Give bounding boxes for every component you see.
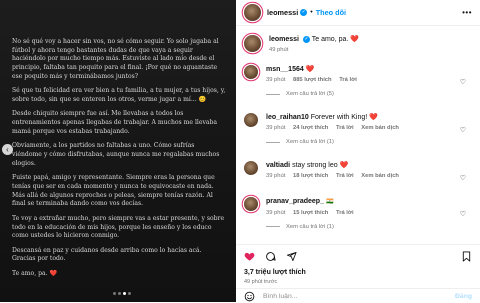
image-sign-off: Te amo, pa. ❤️ bbox=[12, 270, 58, 278]
comment-item: leo_raihan10 Forever with King! ❤️ 39 ph… bbox=[244, 113, 472, 145]
comment-text: ❤️ bbox=[305, 66, 315, 73]
chevron-left-icon: ‹ bbox=[6, 144, 9, 154]
verified-badge-icon: ✓ bbox=[300, 9, 308, 16]
post-comment-button[interactable]: Đăng bbox=[455, 293, 472, 300]
replies-divider bbox=[266, 226, 280, 228]
post-caption: leomessi ✓ Te amo, pa. ❤️ 49 phút bbox=[244, 35, 472, 53]
image-paragraph: Sé que tu felicidad era ver bien a tu fa… bbox=[12, 87, 226, 103]
comment-username[interactable]: msn__1564 bbox=[266, 66, 304, 73]
view-replies-label: Xem câu trả lời (1) bbox=[286, 139, 334, 146]
carousel-dot-active bbox=[123, 292, 126, 295]
heart-icon[interactable]: ♡ bbox=[460, 127, 466, 134]
carousel-dot bbox=[118, 292, 121, 295]
translate-button[interactable]: Xem bản dịch bbox=[361, 173, 399, 179]
emoji-icon[interactable] bbox=[244, 291, 255, 302]
share-icon[interactable] bbox=[286, 251, 297, 262]
view-replies-label: Xem câu trả lời (5) bbox=[286, 91, 334, 98]
caption-time: 49 phút bbox=[269, 47, 289, 54]
post-timestamp[interactable]: 49 phút trước bbox=[244, 279, 277, 285]
comment-text: 🇮🇳 bbox=[325, 199, 334, 205]
image-paragraph: Te voy a extrañar mucho, pero siempre va… bbox=[12, 214, 225, 240]
post-image-text: No sé qué voy a hacer sin vos, no sé cóm… bbox=[12, 38, 226, 285]
post-side-panel: leomessi ✓ • Theo dõi ••• leomessi ✓ Te … bbox=[236, 0, 480, 302]
bookmark-icon[interactable] bbox=[461, 251, 472, 262]
comment-item: valtiadi stay strong leo ❤️ 39 phút 18 l… bbox=[244, 161, 472, 182]
more-options-icon[interactable]: ••• bbox=[462, 9, 472, 17]
comment-time: 39 phút bbox=[266, 77, 286, 84]
caption-username[interactable]: leomessi bbox=[269, 36, 299, 43]
caption-text: Te amo, pa. ❤️ bbox=[311, 36, 359, 43]
comment-time: 39 phút bbox=[266, 125, 286, 132]
comment-like-count[interactable]: 15 lượt thích bbox=[293, 210, 328, 216]
reply-button[interactable]: Trả lời bbox=[339, 77, 357, 83]
comment-item: msn__1564 ❤️ 39 phút 885 lượt thích Trả … bbox=[244, 65, 472, 97]
image-paragraph: Fuiste papá, amigo y representante. Siem… bbox=[12, 174, 215, 208]
post-like-count[interactable]: 3,7 triệu lượt thích bbox=[244, 269, 306, 276]
comment-like-count[interactable]: 24 lượt thích bbox=[293, 125, 328, 131]
view-replies-label: Xem câu trả lời (1) bbox=[286, 223, 334, 230]
replies-divider bbox=[266, 141, 280, 143]
view-replies-button[interactable]: Xem câu trả lời (5) bbox=[266, 91, 472, 97]
author-username[interactable]: leomessi bbox=[267, 8, 298, 17]
commenter-avatar[interactable] bbox=[244, 65, 258, 79]
comment-username[interactable]: pranav_pradeep_ bbox=[266, 198, 324, 205]
comment-item: pranav_pradeep_ 🇮🇳 39 phút 15 lượt thích… bbox=[244, 197, 472, 230]
post-actions: 3,7 triệu lượt thích 49 phút trước Bình … bbox=[236, 244, 480, 302]
commenter-avatar[interactable] bbox=[244, 161, 258, 175]
post-image[interactable]: No sé qué voy a hacer sin vos, no sé cóm… bbox=[0, 0, 236, 302]
comment-username[interactable]: valtiadi bbox=[266, 162, 290, 169]
instagram-post-modal: No sé qué voy a hacer sin vos, no sé cóm… bbox=[0, 0, 480, 302]
image-paragraph: Desde chiquito siempre fue así. Me lleva… bbox=[12, 110, 218, 135]
commenter-avatar[interactable] bbox=[244, 113, 258, 127]
header-separator: • bbox=[310, 9, 313, 16]
reply-button[interactable]: Trả lời bbox=[336, 210, 354, 216]
comment-time: 39 phút bbox=[266, 209, 286, 216]
view-replies-button[interactable]: Xem câu trả lời (1) bbox=[266, 224, 472, 230]
verified-badge-icon: ✓ bbox=[302, 35, 310, 43]
image-paragraph: No sé qué voy a hacer sin vos, no sé cóm… bbox=[12, 38, 219, 80]
carousel-dot bbox=[113, 292, 116, 295]
image-paragraph: Obviamente, a los partidos no faltabas a… bbox=[12, 142, 220, 167]
previous-slide-button[interactable]: ‹ bbox=[2, 144, 13, 155]
author-avatar[interactable] bbox=[244, 35, 261, 52]
action-icons bbox=[244, 251, 297, 262]
reply-button[interactable]: Trả lời bbox=[336, 173, 354, 179]
author-avatar[interactable] bbox=[244, 4, 261, 21]
comment-text: Forever with King! ❤️ bbox=[310, 114, 378, 121]
comment-input[interactable]: Bình luận... bbox=[263, 293, 455, 300]
comment-like-count[interactable]: 18 lượt thích bbox=[293, 173, 328, 179]
comments-list[interactable]: leomessi ✓ Te amo, pa. ❤️ 49 phút msn__1… bbox=[236, 27, 480, 244]
heart-icon[interactable]: ♡ bbox=[460, 79, 466, 86]
translate-button[interactable]: Xem bản dịch bbox=[361, 125, 399, 131]
view-replies-button[interactable]: Xem câu trả lời (1) bbox=[266, 139, 472, 145]
commenter-avatar[interactable] bbox=[244, 197, 258, 211]
post-header: leomessi ✓ • Theo dõi ••• bbox=[236, 0, 480, 26]
comment-text: stay strong leo ❤️ bbox=[292, 162, 349, 169]
heart-icon[interactable]: ♡ bbox=[460, 211, 466, 218]
image-paragraph: Descansá en paz y cuidanos desde arriba … bbox=[12, 246, 202, 263]
heart-icon[interactable]: ♡ bbox=[460, 175, 466, 182]
comment-icon[interactable] bbox=[265, 251, 276, 262]
carousel-indicator bbox=[113, 292, 131, 295]
comment-time: 39 phút bbox=[266, 173, 286, 180]
comment-username[interactable]: leo_raihan10 bbox=[266, 114, 309, 121]
replies-divider bbox=[266, 93, 280, 95]
reply-button[interactable]: Trả lời bbox=[336, 125, 354, 131]
add-comment-bar: Bình luận... Đăng bbox=[236, 288, 480, 303]
like-heart-icon[interactable] bbox=[244, 251, 255, 262]
follow-button[interactable]: Theo dõi bbox=[316, 8, 346, 17]
comment-like-count[interactable]: 885 lượt thích bbox=[293, 77, 332, 83]
carousel-dot bbox=[128, 292, 131, 295]
